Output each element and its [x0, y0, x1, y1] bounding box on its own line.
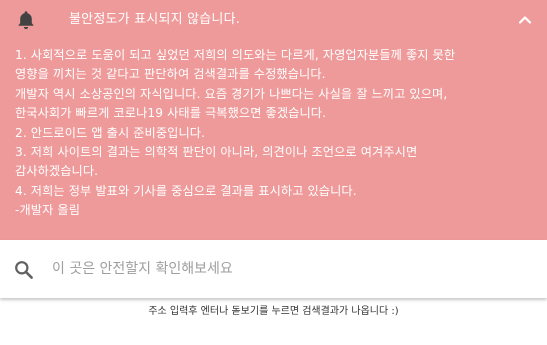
search-input[interactable] — [52, 256, 522, 282]
search-icon[interactable] — [14, 260, 34, 280]
notice-line: 4. 저희는 정부 발표와 기사를 중심으로 결과를 표시하고 있습니다. — [15, 183, 357, 198]
notice-line: 감사하겠습니다. — [15, 164, 99, 179]
search-bar — [0, 240, 547, 298]
notice-line: 2. 안드로이드 앱 출시 준비중입니다. — [15, 125, 206, 140]
notice-banner: 불안정도가 표시되지 않습니다. 1. 사회적으로 도움이 되고 싶었던 저희의… — [0, 0, 547, 240]
notice-line: 개발자 역시 소상공인의 자식입니다. 요즘 경기가 나쁘다는 사실을 잘 느끼… — [15, 86, 448, 101]
notice-line: -개발자 올림 — [15, 203, 81, 218]
chevron-up-icon[interactable] — [517, 12, 533, 28]
notice-line: 영향을 끼치는 것 같다고 판단하여 검색결과를 수정했습니다. — [15, 67, 326, 82]
notice-title: 불안정도가 표시되지 않습니다. — [69, 12, 241, 27]
notice-line: 1. 사회적으로 도움이 되고 싶었던 저희의 의도와는 다르게, 자영업자분들… — [15, 48, 456, 62]
notice-line: 3. 저희 사이트의 결과는 의학적 판단이 아니라, 의견이나 조언으로 여겨… — [15, 145, 418, 160]
notice-line: 한국사회가 빠르게 코로나19 사태를 극복했으면 좋겠습니다. — [15, 106, 327, 121]
search-hint: 주소 입력후 엔터나 돋보기를 누르면 검색결과가 나옵니다 :) — [148, 306, 399, 317]
notice-header[interactable]: 불안정도가 표시되지 않습니다. — [0, 0, 547, 40]
notice-body: 1. 사회적으로 도움이 되고 싶었던 저희의 의도와는 다르게, 자영업자분들… — [15, 46, 535, 221]
bell-icon — [17, 10, 35, 30]
